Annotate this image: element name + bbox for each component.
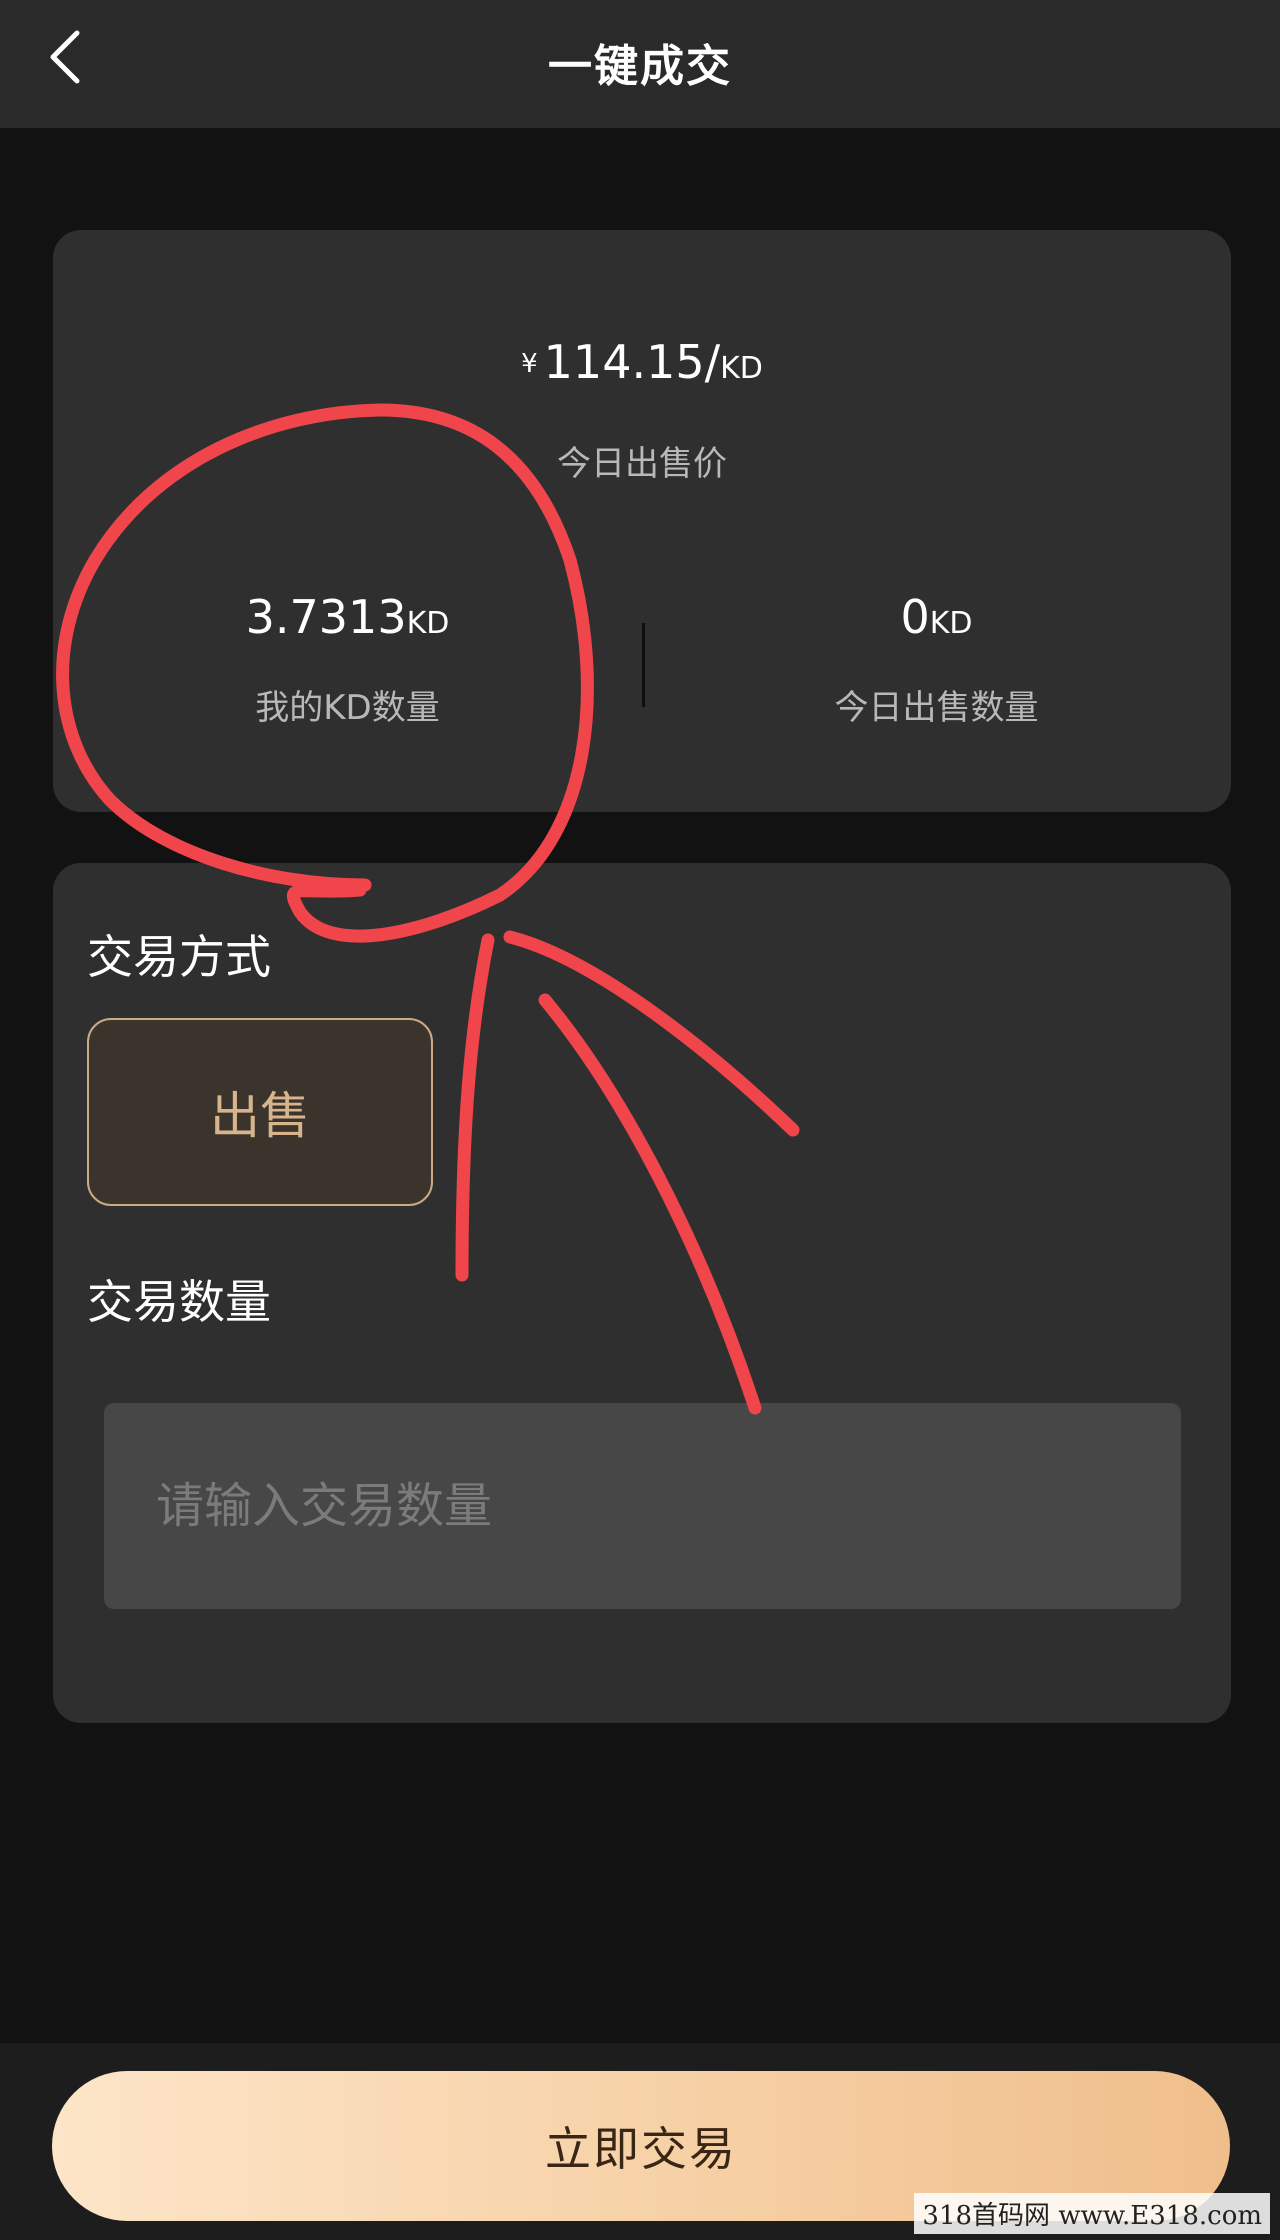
today-sell-price: ¥114.15/KD <box>53 335 1231 389</box>
price-summary-card: ¥114.15/KD 今日出售价 3.7313KD 我的KD数量 0KD 今日出… <box>53 230 1231 812</box>
my-kd-value: 3.7313 <box>245 590 407 644</box>
trade-method-title: 交易方式 <box>87 930 271 984</box>
sold-today-label: 今日出售数量 <box>834 688 1039 728</box>
sold-today-stat: 0KD 今日出售数量 <box>642 590 1231 729</box>
trade-quantity-input[interactable] <box>104 1403 1181 1609</box>
sold-today-value: 0 <box>900 590 930 644</box>
my-kd-stat: 3.7313KD 我的KD数量 <box>53 590 642 729</box>
site-watermark: 318首码网 www.E318.com <box>914 2193 1270 2234</box>
price-label: 今日出售价 <box>557 444 727 484</box>
currency-symbol: ¥ <box>521 349 538 379</box>
my-kd-label: 我的KD数量 <box>255 688 440 728</box>
trade-form-card: 交易方式 出售 交易数量 <box>53 863 1231 1723</box>
my-kd-unit: KD <box>406 606 450 641</box>
sell-option-button[interactable]: 出售 <box>87 1018 433 1206</box>
page-title: 一键成交 <box>548 41 732 92</box>
sold-today-unit: KD <box>929 606 973 641</box>
trade-quantity-title: 交易数量 <box>87 1275 271 1329</box>
top-nav-bar: 一键成交 <box>0 0 1280 128</box>
price-unit: KD <box>720 351 763 386</box>
price-value: 114.15/ <box>543 335 721 389</box>
